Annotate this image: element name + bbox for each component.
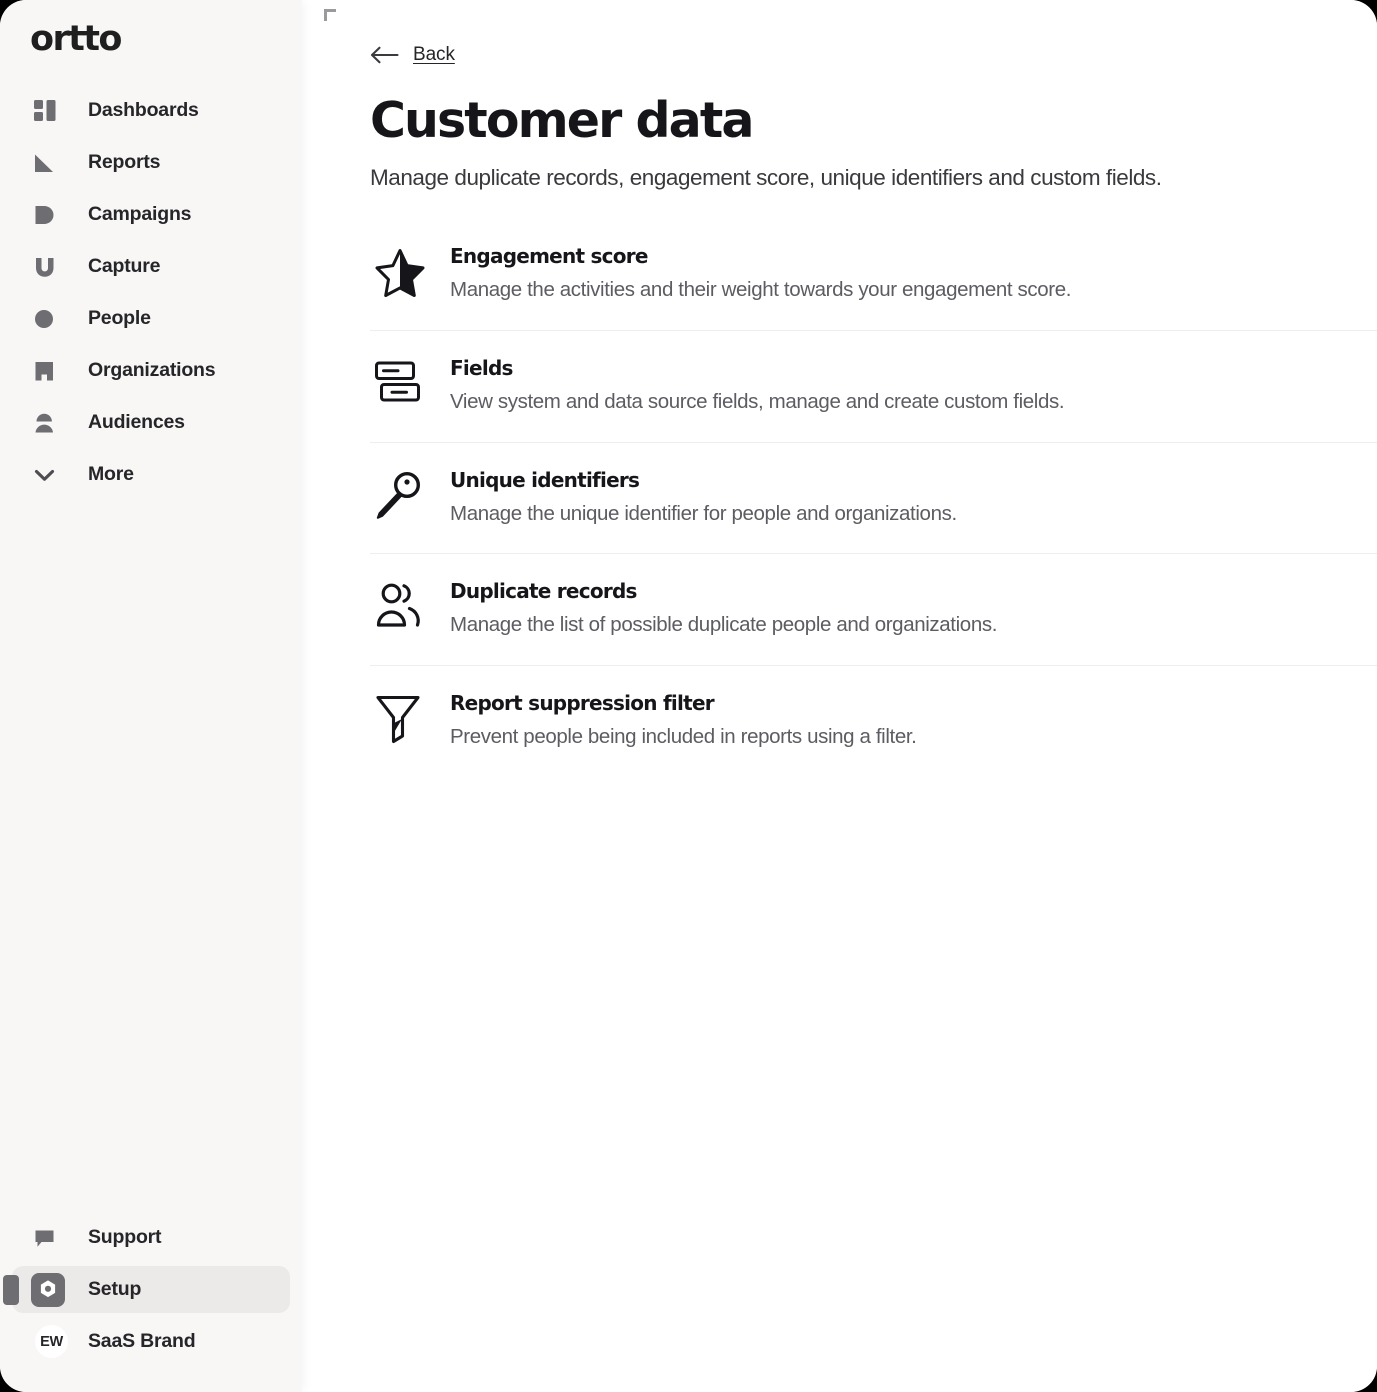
list-item-title: Engagement score bbox=[450, 244, 648, 269]
sidebar-item-campaigns[interactable]: Campaigns bbox=[12, 191, 290, 238]
list-item-description: Prevent people being included in reports… bbox=[450, 725, 917, 748]
list-item-body: Engagement score Manage the activities a… bbox=[450, 243, 1071, 304]
capture-icon bbox=[34, 256, 68, 278]
page-title: Customer data bbox=[370, 92, 754, 149]
sidebar-item-label: Audiences bbox=[88, 411, 185, 433]
funnel-filter-icon bbox=[372, 690, 428, 744]
star-icon bbox=[372, 243, 428, 298]
list-item-description: Manage the activities and their weight t… bbox=[450, 278, 1072, 302]
app-window: ortto Dashboards Reports Campaigns Captu… bbox=[0, 0, 1377, 1392]
list-item-title: Unique identifiers bbox=[450, 467, 640, 492]
list-item-report-suppression-filter[interactable]: Report suppression filter Prevent people… bbox=[370, 666, 1377, 777]
brand-logo-text: ortto bbox=[30, 19, 122, 59]
back-label: Back bbox=[413, 44, 455, 65]
people-icon bbox=[34, 308, 68, 330]
sidebar-item-label: Capture bbox=[88, 255, 161, 277]
fields-rows-icon bbox=[372, 355, 428, 409]
sidebar-item-audiences[interactable]: Audiences bbox=[12, 399, 290, 446]
sidebar-item-dashboards[interactable]: Dashboards bbox=[12, 87, 290, 134]
sidebar-item-label: Setup bbox=[88, 1278, 142, 1300]
list-item-body: Report suppression filter Prevent people… bbox=[450, 690, 917, 751]
setup-gear-icon bbox=[31, 1272, 68, 1307]
list-item-title: Fields bbox=[450, 356, 513, 381]
list-item-duplicate-records[interactable]: Duplicate records Manage the list of pos… bbox=[370, 554, 1377, 666]
list-item-unique-identifiers[interactable]: Unique identifiers Manage the unique ide… bbox=[370, 443, 1377, 555]
sidebar-item-label: Reports bbox=[88, 151, 161, 173]
sidebar-item-reports[interactable]: Reports bbox=[12, 139, 290, 186]
page-content: Back Customer data Manage duplicate reco… bbox=[302, 0, 1377, 777]
reports-icon bbox=[34, 152, 68, 174]
active-edge-indicator bbox=[3, 1275, 19, 1305]
sidebar-item-label: Organizations bbox=[88, 359, 216, 381]
list-item-body: Unique identifiers Manage the unique ide… bbox=[450, 467, 957, 528]
arrow-left-icon bbox=[370, 46, 399, 64]
sidebar-item-label: Support bbox=[88, 1226, 162, 1248]
sidebar-item-label: People bbox=[88, 307, 151, 329]
brand-logo[interactable]: ortto bbox=[0, 0, 302, 59]
main-content: Back Customer data Manage duplicate reco… bbox=[302, 0, 1377, 1392]
sidebar-item-label: Campaigns bbox=[88, 203, 192, 225]
list-item-body: Fields View system and data source field… bbox=[450, 355, 1065, 416]
sidebar-item-label: Dashboards bbox=[88, 99, 199, 121]
support-chat-icon bbox=[34, 1227, 68, 1249]
avatar-initials: EW bbox=[35, 1325, 68, 1358]
list-item-fields[interactable]: Fields View system and data source field… bbox=[370, 331, 1377, 443]
avatar: EW bbox=[34, 1325, 68, 1358]
sidebar-primary-nav: Dashboards Reports Campaigns Capture Peo… bbox=[0, 82, 302, 503]
key-icon bbox=[372, 467, 428, 521]
sidebar-item-label: SaaS Brand bbox=[88, 1330, 196, 1352]
chevron-down-icon bbox=[34, 464, 68, 486]
list-item-title: Duplicate records bbox=[450, 579, 637, 604]
sidebar: ortto Dashboards Reports Campaigns Captu… bbox=[0, 0, 302, 1392]
list-item-description: Manage the list of possible duplicate pe… bbox=[450, 613, 998, 637]
sidebar-item-setup[interactable]: Setup bbox=[3, 1266, 290, 1313]
campaigns-icon bbox=[34, 204, 68, 226]
two-people-icon bbox=[372, 578, 428, 632]
back-button[interactable]: Back bbox=[370, 44, 455, 66]
sidebar-secondary-nav: Support Setup EW SaaS Brand bbox=[0, 1209, 302, 1392]
list-item-body: Duplicate records Manage the list of pos… bbox=[450, 578, 997, 639]
organizations-icon bbox=[34, 360, 68, 382]
sidebar-item-more[interactable]: More bbox=[12, 451, 290, 498]
sidebar-item-organizations[interactable]: Organizations bbox=[12, 347, 290, 394]
sidebar-item-people[interactable]: People bbox=[12, 295, 290, 342]
audiences-icon bbox=[34, 412, 68, 434]
sidebar-item-capture[interactable]: Capture bbox=[12, 243, 290, 290]
list-item-engagement-score[interactable]: Engagement score Manage the activities a… bbox=[370, 219, 1377, 332]
sidebar-item-label: More bbox=[88, 463, 134, 485]
list-item-title: Report suppression filter bbox=[450, 691, 715, 715]
settings-list: Engagement score Manage the activities a… bbox=[370, 219, 1377, 776]
sidebar-item-support[interactable]: Support bbox=[12, 1214, 290, 1261]
page-subtitle: Manage duplicate records, engagement sco… bbox=[370, 165, 1162, 191]
sidebar-item-account[interactable]: EW SaaS Brand bbox=[12, 1318, 290, 1365]
list-item-description: View system and data source fields, mana… bbox=[450, 390, 1065, 414]
list-item-description: Manage the unique identifier for people … bbox=[450, 501, 957, 525]
dashboards-icon bbox=[34, 99, 68, 122]
corner-marker bbox=[324, 9, 336, 21]
